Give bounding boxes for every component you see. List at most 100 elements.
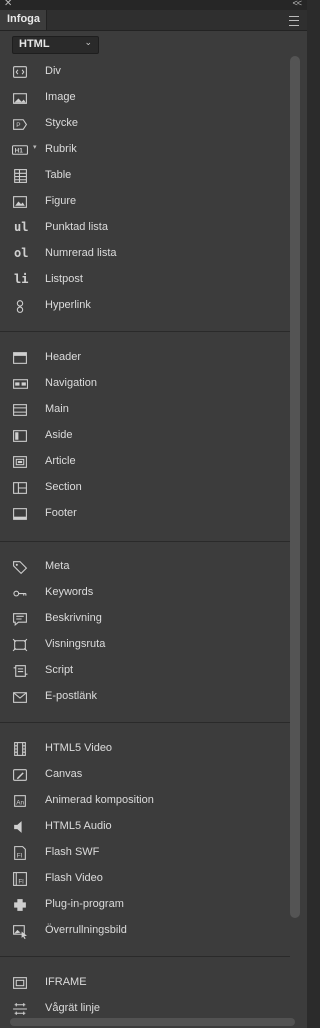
insert-item-article[interactable]: Article	[0, 451, 286, 473]
viewport-icon	[12, 637, 28, 653]
vertical-scrollbar[interactable]	[290, 56, 300, 1020]
section-icon	[12, 480, 28, 496]
hyperlink-icon	[12, 298, 28, 314]
insert-item-email[interactable]: E-postlänk	[0, 686, 286, 708]
insert-item-label: Script	[45, 664, 74, 676]
insert-item-plugin[interactable]: Plug-in-program	[0, 894, 286, 916]
tab-label: Infoga	[7, 13, 40, 25]
insert-item-label: Beskrivning	[45, 612, 102, 624]
tab-infoga[interactable]: Infoga	[0, 10, 47, 30]
insert-item-label: Visningsruta	[45, 638, 106, 650]
insert-item-header[interactable]: Header	[0, 347, 286, 369]
horizontal-scrollbar[interactable]	[10, 1018, 295, 1026]
insert-item-label: Table	[45, 169, 72, 181]
group-separator	[0, 331, 290, 332]
insert-item-label: Figure	[45, 195, 77, 207]
group-separator	[0, 956, 290, 957]
unordered-list-icon: ul	[14, 220, 29, 234]
insert-item-script[interactable]: Script	[0, 660, 286, 682]
insert-item-label: Header	[45, 351, 82, 363]
footer-icon	[12, 506, 28, 522]
insert-item-label: Article	[45, 455, 76, 467]
panel-title-strip: ✕ <<	[0, 0, 307, 10]
insert-item-label: Vågrät linje	[45, 1002, 101, 1014]
insert-item-footer[interactable]: Footer	[0, 503, 286, 525]
insert-item-label: Plug-in-program	[45, 898, 124, 910]
iframe-icon	[12, 975, 28, 991]
insert-item-figure[interactable]: Figure	[0, 191, 286, 213]
figure-icon	[12, 194, 28, 210]
insert-item-div[interactable]: Div	[0, 61, 286, 83]
insert-item-horizontal-rule[interactable]: Vågrät linje	[0, 998, 286, 1020]
collapse-icon[interactable]: <<	[292, 0, 301, 8]
description-icon	[12, 611, 28, 627]
insert-item-list-item[interactable]: li Listpost	[0, 269, 286, 291]
heading-icon: H1	[12, 142, 28, 158]
insert-item-label: Footer	[45, 507, 77, 519]
div-icon	[12, 64, 28, 80]
svg-text:H1: H1	[15, 148, 24, 155]
insert-item-navigation[interactable]: Navigation	[0, 373, 286, 395]
panel-menu-icon[interactable]	[289, 16, 299, 26]
plugin-icon	[12, 897, 28, 913]
insert-item-label: Stycke	[45, 117, 79, 129]
header-icon	[12, 350, 28, 366]
close-icon[interactable]: ✕	[4, 0, 12, 9]
insert-item-label: Punktad lista	[45, 221, 108, 233]
article-icon	[12, 454, 28, 470]
svg-text:Fl: Fl	[17, 852, 22, 859]
insert-item-aside[interactable]: Aside	[0, 425, 286, 447]
meta-tag-icon	[12, 559, 28, 575]
navigation-icon	[12, 376, 28, 392]
insert-item-canvas[interactable]: Canvas	[0, 764, 286, 786]
insert-item-label: Section	[45, 481, 82, 493]
insert-panel: ✕ << Infoga HTML ⌄ Div Image P Stycke H1 ▾ Rub…	[0, 0, 307, 1028]
canvas-icon	[12, 767, 28, 783]
insert-item-label: Keywords	[45, 586, 94, 598]
group-separator	[0, 722, 290, 723]
rollover-image-icon	[12, 923, 28, 939]
insert-item-label: E-postlänk	[45, 690, 97, 702]
insert-item-rollover-image[interactable]: Överrullningsbild	[0, 920, 286, 942]
insert-item-flash-swf[interactable]: Fl Flash SWF	[0, 842, 286, 864]
insert-item-ordered-list[interactable]: ol Numrerad lista	[0, 243, 286, 265]
insert-item-heading[interactable]: H1 ▾ Rubrik	[0, 139, 286, 161]
insert-item-video[interactable]: HTML5 Video	[0, 738, 286, 760]
insert-item-paragraph[interactable]: P Stycke	[0, 113, 286, 135]
insert-item-label: Animerad komposition	[45, 794, 154, 806]
audio-icon	[12, 819, 28, 835]
image-icon	[12, 90, 28, 106]
insert-item-section[interactable]: Section	[0, 477, 286, 499]
flash-video-icon: Fl	[12, 871, 28, 887]
insert-item-label: Numrerad lista	[45, 247, 117, 259]
insert-item-label: Navigation	[45, 377, 97, 389]
vertical-scroll-thumb[interactable]	[290, 56, 300, 918]
insert-item-audio[interactable]: HTML5 Audio	[0, 816, 286, 838]
panel-tab-bar: Infoga	[0, 10, 307, 31]
insert-item-description[interactable]: Beskrivning	[0, 608, 286, 630]
insert-item-hyperlink[interactable]: Hyperlink	[0, 295, 286, 317]
insert-item-viewport[interactable]: Visningsruta	[0, 634, 286, 656]
horizontal-rule-icon	[12, 1001, 28, 1017]
insert-item-flash-video[interactable]: Fl Flash Video	[0, 868, 286, 890]
category-select[interactable]: HTML ⌄	[12, 36, 99, 54]
animated-composition-icon: An	[12, 793, 28, 809]
chevron-down-icon[interactable]: ▾	[33, 143, 37, 151]
insert-item-label: Överrullningsbild	[45, 924, 127, 936]
list-item-icon: li	[14, 272, 29, 286]
insert-item-label: HTML5 Video	[45, 742, 113, 754]
insert-item-main[interactable]: Main	[0, 399, 286, 421]
insert-item-key[interactable]: Keywords	[0, 582, 286, 604]
insert-item-label: Main	[45, 403, 69, 415]
insert-item-label: Rubrik	[45, 143, 77, 155]
insert-item-label: Hyperlink	[45, 299, 91, 311]
insert-item-unordered-list[interactable]: ul Punktad lista	[0, 217, 286, 239]
chevron-down-icon: ⌄	[84, 37, 92, 47]
insert-item-animated-composition[interactable]: An Animerad komposition	[0, 790, 286, 812]
insert-item-table[interactable]: Table	[0, 165, 286, 187]
insert-item-image[interactable]: Image	[0, 87, 286, 109]
insert-item-iframe[interactable]: IFRAME	[0, 972, 286, 994]
insert-item-label: Canvas	[45, 768, 83, 780]
table-icon	[12, 168, 28, 184]
insert-item-meta-tag[interactable]: Meta	[0, 556, 286, 578]
